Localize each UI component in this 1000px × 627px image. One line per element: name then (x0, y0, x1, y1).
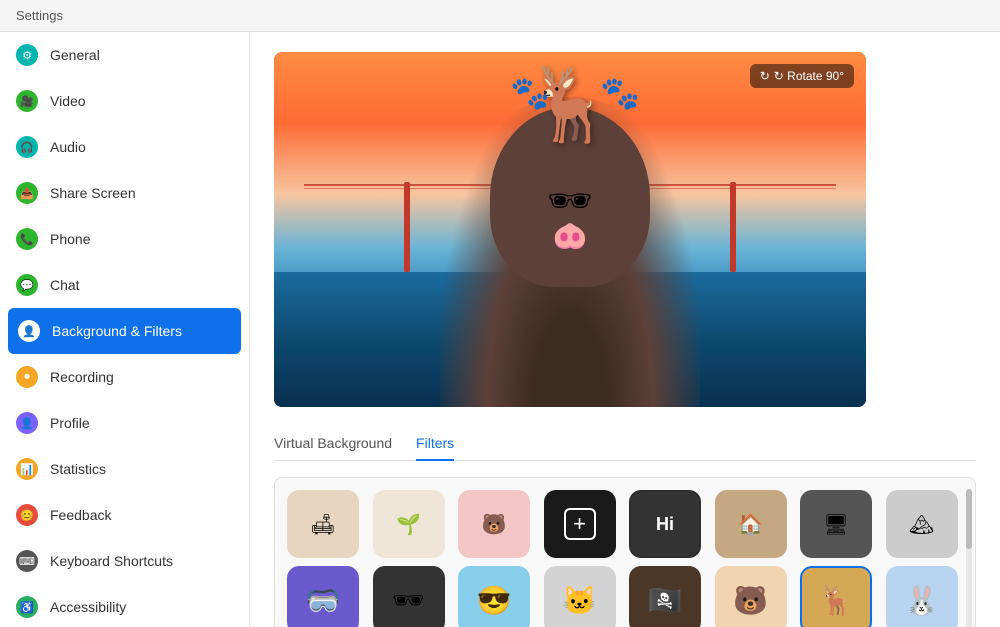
sidebar-label-accessibility: Accessibility (50, 599, 126, 615)
sidebar-item-background-filters[interactable]: 👤 Background & Filters (8, 308, 241, 354)
filter-item-vr[interactable]: 🥽 (287, 566, 359, 627)
glasses-filter: 🕶 (547, 180, 593, 222)
filter-item-bear[interactable]: 🐻 (715, 566, 787, 627)
filter-sunglasses-emoji: 😎 (477, 584, 512, 617)
tabs-row: Virtual Background Filters (274, 427, 976, 461)
filter-room-emoji: 🛋 (310, 512, 335, 537)
filter-item-no-filter-pink[interactable]: 🐻 (458, 490, 530, 558)
content-area: 🦌 🐾 🐾 🕶 🐽 ↻ ↻ Rotate 90° Virtual Backgro… (250, 32, 1000, 627)
filter-item-sunglasses[interactable]: 😎 (458, 566, 530, 627)
sidebar-label-recording: Recording (50, 369, 114, 385)
accessibility-icon: ♿ (16, 596, 38, 618)
filter-outdoor-emoji: 🏔 (909, 512, 934, 537)
bear-ear-left: 🐾 (510, 74, 550, 112)
rotate-button[interactable]: ↻ ↻ Rotate 90° (750, 64, 854, 88)
filter-item-screen[interactable]: 🖥 (800, 490, 872, 558)
feedback-icon: 😊 (16, 504, 38, 526)
bear-ear-right: 🐾 (600, 74, 640, 112)
sidebar-label-share-screen: Share Screen (50, 185, 136, 201)
general-icon: ⚙ (16, 44, 38, 66)
sidebar-item-audio[interactable]: 🎧 Audio (0, 124, 249, 170)
sidebar-label-keyboard-shortcuts: Keyboard Shortcuts (50, 553, 173, 569)
filter-item-cat[interactable]: 🐱 (544, 566, 616, 627)
filter-item-deer[interactable]: 🦌 (800, 566, 872, 627)
add-filter-plus-icon: + (564, 508, 596, 540)
nose-filter: 🐽 (553, 219, 588, 252)
sidebar-item-feedback[interactable]: 😊 Feedback (0, 492, 249, 538)
sidebar-item-recording[interactable]: ⏺ Recording (0, 354, 249, 400)
sidebar-item-keyboard-shortcuts[interactable]: ⌨ Keyboard Shortcuts (0, 538, 249, 584)
filter-item-outdoor[interactable]: 🏔 (886, 490, 958, 558)
filter-room2-emoji: 🏠 (738, 512, 763, 537)
sidebar-label-background-filters: Background & Filters (52, 323, 182, 339)
filter-plant-emoji: 🌱 (396, 512, 421, 537)
keyboard-shortcuts-icon: ⌨ (16, 550, 38, 572)
filter-deer-emoji: 🦌 (819, 584, 854, 617)
share-screen-icon: 📤 (16, 182, 38, 204)
sidebar-item-video[interactable]: 🎥 Video (0, 78, 249, 124)
sidebar-label-feedback: Feedback (50, 507, 111, 523)
filter-cat-emoji: 🐱 (562, 584, 597, 617)
sidebar-item-phone[interactable]: 📞 Phone (0, 216, 249, 262)
tab-filters[interactable]: Filters (416, 427, 454, 461)
filter-bear-emoji: 🐻 (733, 584, 768, 617)
sidebar-item-chat[interactable]: 💬 Chat (0, 262, 249, 308)
rotate-icon: ↻ (760, 69, 770, 83)
profile-icon: 👤 (16, 412, 38, 434)
scrollbar-track (966, 489, 972, 627)
audio-icon: 🎧 (16, 136, 38, 158)
background-filters-icon: 👤 (18, 320, 40, 342)
sidebar-label-profile: Profile (50, 415, 90, 431)
main-container: ⚙ General 🎥 Video 🎧 Audio 📤 Share Screen… (0, 32, 1000, 627)
filter-item-pirate[interactable]: 🏴‍☠️ (629, 566, 701, 627)
filter-item-no-filter-room[interactable]: 🛋 (287, 490, 359, 558)
window-title: Settings (16, 8, 63, 23)
filters-grid: 🛋 🌱 🐻 + Hi 🏠 🖥 (274, 477, 976, 627)
filter-screen-emoji: 🖥 (823, 512, 848, 537)
filter-item-hi[interactable]: Hi (629, 490, 701, 558)
hi-badge: Hi (631, 492, 699, 556)
title-bar: Settings (0, 0, 1000, 32)
video-preview: 🦌 🐾 🐾 🕶 🐽 ↻ ↻ Rotate 90° (274, 52, 866, 407)
filter-item-no-filter-plant[interactable]: 🌱 (373, 490, 445, 558)
sidebar-label-chat: Chat (50, 277, 80, 293)
sidebar-item-accessibility[interactable]: ♿ Accessibility (0, 584, 249, 627)
filter-3dglasses-emoji: 🕶 (392, 585, 425, 616)
scrollbar-thumb[interactable] (966, 489, 972, 549)
filter-vr-emoji: 🥽 (306, 584, 341, 617)
sidebar-item-profile[interactable]: 👤 Profile (0, 400, 249, 446)
filter-item-3d-glasses[interactable]: 🕶 (373, 566, 445, 627)
sidebar-item-share-screen[interactable]: 📤 Share Screen (0, 170, 249, 216)
sidebar-label-general: General (50, 47, 100, 63)
sidebar-label-audio: Audio (50, 139, 86, 155)
filter-item-bunny[interactable]: 🐰 (886, 566, 958, 627)
rotate-label: ↻ Rotate 90° (774, 69, 844, 83)
sidebar: ⚙ General 🎥 Video 🎧 Audio 📤 Share Screen… (0, 32, 250, 627)
statistics-icon: 📊 (16, 458, 38, 480)
chat-icon: 💬 (16, 274, 38, 296)
phone-icon: 📞 (16, 228, 38, 250)
video-icon: 🎥 (16, 90, 38, 112)
video-background: 🦌 🐾 🐾 🕶 🐽 (274, 52, 866, 407)
filter-pirate-emoji: 🏴‍☠️ (648, 584, 683, 617)
sidebar-item-statistics[interactable]: 📊 Statistics (0, 446, 249, 492)
filter-item-add[interactable]: + (544, 490, 616, 558)
recording-icon: ⏺ (16, 366, 38, 388)
sidebar-label-video: Video (50, 93, 86, 109)
sidebar-item-general[interactable]: ⚙ General (0, 32, 249, 78)
filter-item-room[interactable]: 🏠 (715, 490, 787, 558)
sidebar-label-statistics: Statistics (50, 461, 106, 477)
sidebar-label-phone: Phone (50, 231, 90, 247)
filter-bunny-emoji: 🐰 (904, 584, 939, 617)
filter-pink-emoji: 🐻 (482, 512, 507, 537)
tab-virtual-background[interactable]: Virtual Background (274, 427, 392, 461)
filter-scroll-container: 🛋 🌱 🐻 + Hi 🏠 🖥 (274, 477, 976, 627)
